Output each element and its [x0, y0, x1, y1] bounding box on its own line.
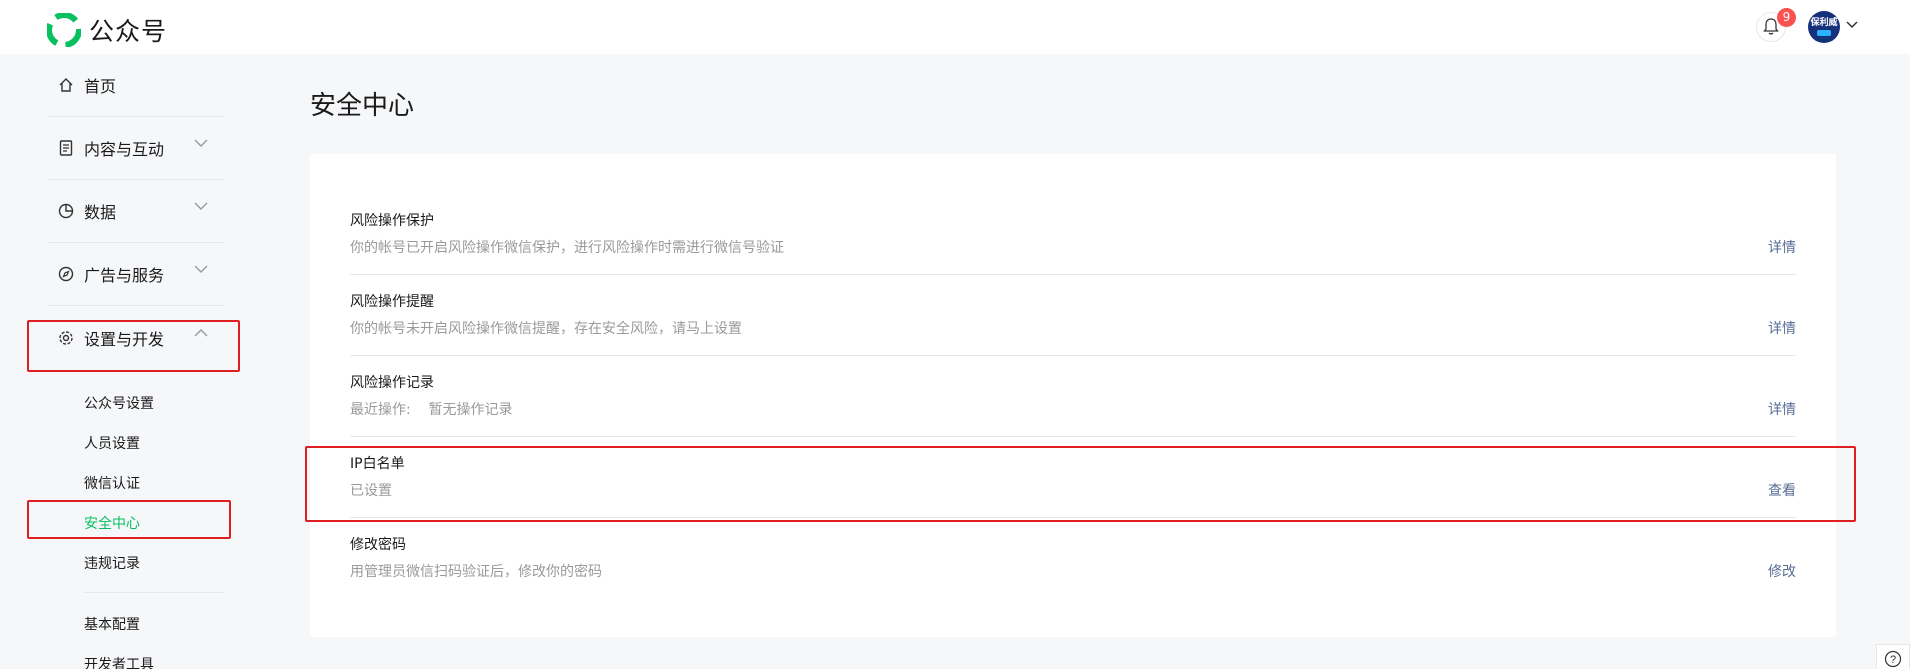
avatar[interactable]: 保利威	[1808, 11, 1840, 43]
sidebar-subitem-dev-tools[interactable]: 开发者工具	[84, 654, 154, 669]
page-title: 安全中心	[310, 91, 415, 121]
sidebar-subitem-staff-settings[interactable]: 人员设置	[84, 433, 140, 453]
row-title: 修改密码	[350, 537, 406, 553]
highlight-ip-whitelist	[305, 446, 1856, 522]
row-title: 风险操作记录	[350, 375, 434, 391]
home-icon	[56, 75, 76, 95]
row-description: 你的帐号未开启风险操作微信提醒，存在安全风险，请马上设置	[350, 321, 742, 337]
list-item-change-password: 修改密码 用管理员微信扫码验证后，修改你的密码 修改	[350, 518, 1796, 599]
security-card: 风险操作保护 你的帐号已开启风险操作微信保护，进行风险操作时需进行微信号验证 详…	[310, 154, 1836, 637]
avatar-decoration	[1817, 30, 1831, 36]
modify-link[interactable]: 修改	[1768, 561, 1796, 581]
details-link[interactable]: 详情	[1768, 399, 1796, 419]
notification-badge: 9	[1777, 8, 1796, 27]
wechat-logo-icon	[47, 13, 81, 47]
top-bar: 公众号 9 保利威	[0, 0, 1910, 54]
chevron-down-icon[interactable]	[1846, 20, 1858, 30]
details-link[interactable]: 详情	[1768, 237, 1796, 257]
sidebar-item-home[interactable]: 首页	[48, 54, 224, 117]
sidebar-item-ads[interactable]: 广告与服务	[48, 243, 224, 306]
row-description: 你的帐号已开启风险操作微信保护，进行风险操作时需进行微信号验证	[350, 240, 784, 256]
compass-icon	[56, 264, 76, 284]
sidebar-subitem-basic-config[interactable]: 基本配置	[84, 614, 140, 634]
sidebar-divider	[84, 592, 224, 593]
details-link[interactable]: 详情	[1768, 318, 1796, 338]
pie-chart-icon	[56, 201, 76, 221]
app-title: 公众号	[89, 17, 168, 46]
sidebar-subitem-account-settings[interactable]: 公众号设置	[84, 393, 154, 413]
help-glyph: ?	[1890, 654, 1896, 666]
list-item-risk-records: 风险操作记录 最近操作: 暂无操作记录 详情	[350, 356, 1796, 437]
highlight-security-center	[27, 500, 231, 539]
avatar-text: 保利威	[1810, 18, 1838, 28]
row-description: 最近操作: 暂无操作记录	[350, 402, 513, 418]
help-icon: ?	[1884, 650, 1902, 668]
sidebar-item-data[interactable]: 数据	[48, 180, 224, 243]
chevron-down-icon	[194, 202, 208, 210]
chevron-down-icon	[194, 139, 208, 147]
list-item-risk-reminder: 风险操作提醒 你的帐号未开启风险操作微信提醒，存在安全风险，请马上设置 详情	[350, 275, 1796, 356]
sidebar-item-content[interactable]: 内容与互动	[48, 117, 224, 180]
sidebar-subitem-verification[interactable]: 微信认证	[84, 473, 140, 493]
document-icon	[56, 138, 76, 158]
row-title: 风险操作保护	[350, 213, 434, 229]
sidebar-item-label: 数据	[84, 203, 117, 222]
highlight-settings-item	[27, 320, 240, 372]
chevron-down-icon	[194, 265, 208, 273]
sidebar-subitem-violations[interactable]: 违规记录	[84, 553, 140, 573]
app-logo[interactable]: 公众号	[47, 12, 167, 48]
sidebar-item-label: 首页	[84, 77, 117, 96]
list-item-risk-protection: 风险操作保护 你的帐号已开启风险操作微信保护，进行风险操作时需进行微信号验证 详…	[350, 154, 1796, 275]
sidebar-item-label: 内容与互动	[84, 140, 165, 159]
row-title: 风险操作提醒	[350, 294, 434, 310]
help-button[interactable]: ?	[1876, 644, 1910, 669]
sidebar-item-label: 广告与服务	[84, 266, 165, 285]
row-description: 用管理员微信扫码验证后，修改你的密码	[350, 564, 602, 580]
